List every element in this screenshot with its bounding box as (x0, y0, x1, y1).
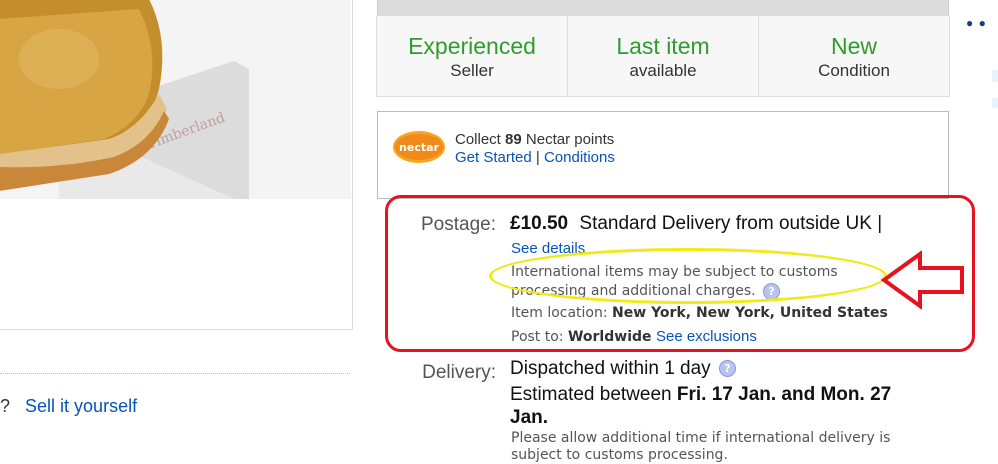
question-mark: ? (0, 396, 11, 416)
nectar-collect-prefix: Collect (455, 131, 501, 148)
highlight-title: New (830, 33, 877, 59)
highlight-title: Last item (616, 33, 710, 59)
item-highlights: Experienced Seller Last item available N… (376, 15, 950, 97)
dispatch-info: Dispatched within 1 day ? (510, 358, 736, 380)
more-dots-icon[interactable]: ● ● (966, 16, 987, 30)
nectar-text: Collect 89 Nectar points Get Started | C… (455, 131, 615, 167)
nectar-points-box: nectar Collect 89 Nectar points Get Star… (377, 111, 949, 199)
highlight-experienced-seller: Experienced Seller (377, 16, 568, 96)
delivery-label: Delivery: (422, 362, 496, 383)
sell-it-yourself-link[interactable]: Sell it yourself (25, 396, 137, 416)
help-icon[interactable]: ? (718, 360, 736, 378)
sell-it-yourself-row: ? Sell it yourself (0, 396, 137, 417)
get-started-link[interactable]: Get Started (455, 149, 532, 166)
estimate-prefix: Estimated between (510, 384, 672, 405)
highlight-title: Experienced (408, 33, 536, 59)
red-arrow-icon (880, 250, 966, 310)
nectar-logo: nectar (392, 130, 446, 163)
highlight-last-item: Last item available (568, 16, 759, 96)
highlight-subtitle: Condition (818, 61, 890, 80)
link-separator: | (535, 149, 540, 166)
scroll-edge (992, 70, 998, 130)
conditions-link[interactable]: Conditions (544, 149, 615, 166)
nectar-points-count: 89 (505, 131, 522, 148)
svg-text:nectar: nectar (399, 141, 439, 154)
product-image-panel: Timberland (0, 0, 353, 330)
product-photo[interactable]: Timberland (0, 0, 351, 199)
yellow-highlight-ellipse (489, 248, 887, 304)
highlight-subtitle: Seller (450, 61, 494, 80)
highlight-subtitle: available (629, 61, 697, 80)
customs-delay-note: Please allow additional time if internat… (511, 430, 891, 463)
section-divider (0, 373, 350, 374)
nectar-points-suffix: Nectar points (525, 131, 615, 148)
dispatch-text: Dispatched within 1 day (510, 358, 711, 379)
delivery-estimate: Estimated between Fri. 17 Jan. and Mon. … (510, 383, 930, 429)
highlight-new-condition: New Condition (759, 16, 949, 96)
